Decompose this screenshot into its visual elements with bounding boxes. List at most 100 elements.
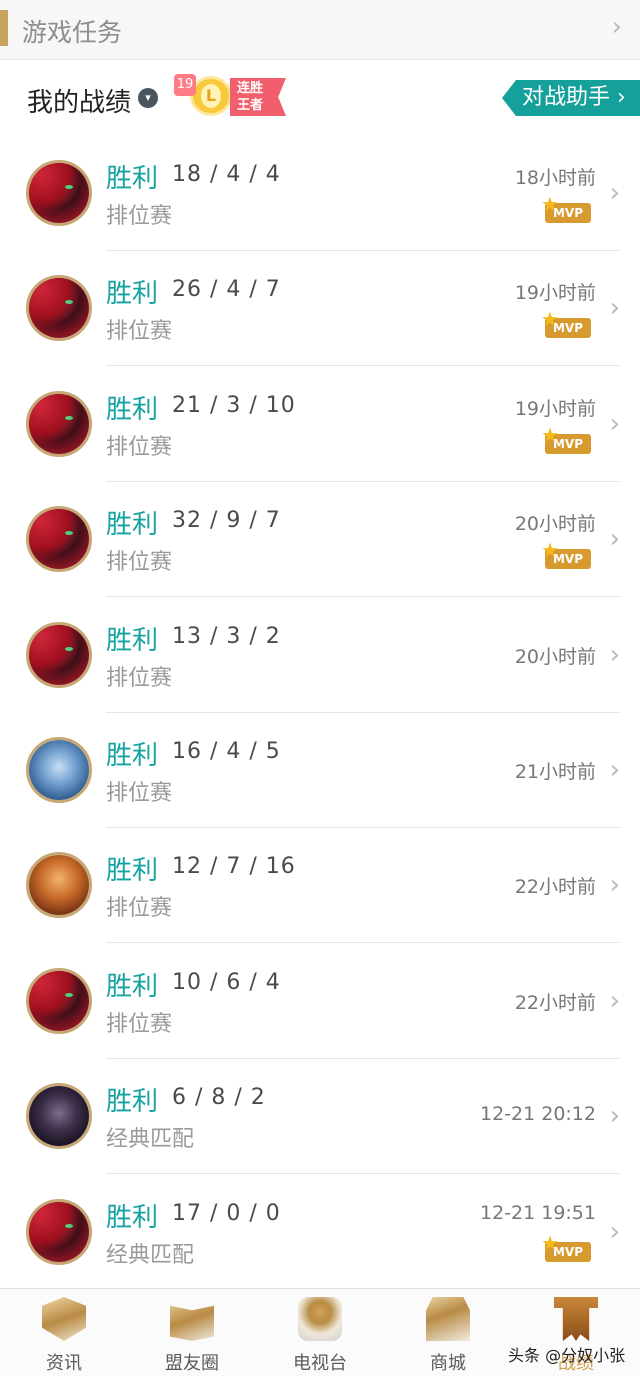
trophy-icon: L <box>190 76 232 116</box>
streak-ribbon: 连胜 王者 <box>230 78 286 116</box>
mvp-badge: MVP ★ <box>541 194 591 224</box>
chevron-right-icon: › <box>609 870 620 901</box>
hero-avatar <box>26 621 92 688</box>
hero-portrait <box>29 855 89 916</box>
match-kda: 6 / 8 / 2 <box>172 1085 266 1111</box>
match-row[interactable]: 胜利 32 / 9 / 7 排位赛 20小时前 MVP ★ › <box>0 482 640 598</box>
hero-avatar <box>26 1198 92 1265</box>
chevron-right-icon: › <box>609 178 620 208</box>
nav-item-friends[interactable]: 盟友圈 <box>128 1289 256 1376</box>
match-kda: 13 / 3 / 2 <box>172 623 281 649</box>
watermark: 头条 @分奴小张 <box>508 1346 626 1365</box>
hero-hair <box>29 624 89 685</box>
match-row[interactable]: 胜利 10 / 6 / 4 排位赛 22小时前 › <box>0 944 640 1059</box>
match-row[interactable]: 胜利 26 / 4 / 7 排位赛 19小时前 MVP ★ › <box>0 251 640 367</box>
match-row[interactable]: 胜利 16 / 4 / 5 排位赛 21小时前 › <box>0 713 640 828</box>
match-kda: 10 / 6 / 4 <box>172 969 281 995</box>
mvp-badge: MVP ★ <box>541 425 591 455</box>
match-kda: 12 / 7 / 16 <box>172 854 296 880</box>
chevron-right-icon: › <box>609 524 620 555</box>
battle-assistant-button[interactable]: 对战助手 › <box>502 80 640 116</box>
star-icon: ★ <box>541 422 559 447</box>
match-kda: 17 / 0 / 0 <box>172 1200 281 1226</box>
match-result: 胜利 <box>106 625 159 656</box>
match-row[interactable]: 胜利 21 / 3 / 10 排位赛 19小时前 MVP ★ › <box>0 367 640 482</box>
match-result: 胜利 <box>106 856 159 887</box>
chevron-right-icon: › <box>609 1216 620 1247</box>
match-row[interactable]: 胜利 13 / 3 / 2 排位赛 20小时前 › <box>0 598 640 713</box>
game-task-bar[interactable]: 游戏任务 › <box>0 0 640 60</box>
match-result: 胜利 <box>106 394 159 425</box>
streak-label-line2: 王者 <box>237 98 264 113</box>
match-kda: 16 / 4 / 5 <box>172 739 281 764</box>
star-icon: ★ <box>541 538 559 563</box>
nav-label: 电视台 <box>293 1353 347 1374</box>
hero-portrait <box>29 740 89 800</box>
hero-avatar <box>26 160 92 226</box>
mvp-badge: MVP ★ <box>541 540 591 570</box>
match-result: 胜利 <box>106 164 159 194</box>
news-icon <box>42 1297 86 1341</box>
chevron-right-icon: › <box>609 755 620 785</box>
match-time: 12-21 20:12 <box>479 1103 596 1126</box>
match-result: 胜利 <box>106 279 159 310</box>
chevron-right-icon: › <box>609 1101 620 1132</box>
match-time: 21小时前 <box>514 761 596 783</box>
record-filter-dropdown-icon[interactable]: ▾ <box>138 88 158 108</box>
hero-avatar <box>26 852 92 919</box>
match-mode: 排位赛 <box>106 550 173 576</box>
match-result: 胜利 <box>106 971 159 1002</box>
nav-label: 资讯 <box>46 1353 82 1374</box>
hero-avatar <box>26 737 92 803</box>
match-row[interactable]: 胜利 18 / 4 / 4 排位赛 18小时前 MVP ★ › <box>0 136 640 251</box>
hero-avatar <box>26 390 92 457</box>
hero-avatar <box>26 1083 92 1150</box>
friends-icon <box>170 1305 214 1341</box>
match-row[interactable]: 胜利 17 / 0 / 0 经典匹配 12-21 19:51 MVP ★ › <box>0 1175 640 1290</box>
nav-item-tv[interactable]: 电视台 <box>256 1289 384 1376</box>
match-kda: 18 / 4 / 4 <box>172 162 281 187</box>
nav-item-shop[interactable]: 商城 <box>384 1289 512 1376</box>
win-streak-badge[interactable]: L 19 连胜 王者 <box>174 72 286 122</box>
match-time: 20小时前 <box>514 513 596 536</box>
task-bar-accent <box>0 10 8 46</box>
hero-avatar <box>26 967 92 1034</box>
star-icon: ★ <box>541 192 559 216</box>
nav-label: 商城 <box>430 1353 466 1374</box>
nav-label: 盟友圈 <box>165 1353 219 1374</box>
nav-item-news[interactable]: 资讯 <box>0 1289 128 1376</box>
streak-count: 19 <box>174 74 196 96</box>
tv-icon <box>298 1297 342 1341</box>
match-time: 20小时前 <box>514 645 596 668</box>
hero-eye <box>65 185 73 189</box>
shop-icon <box>426 1297 470 1341</box>
hero-hair <box>29 970 89 1031</box>
match-result: 胜利 <box>106 1202 159 1233</box>
hero-hair <box>29 1201 89 1262</box>
mvp-badge: MVP ★ <box>541 1233 591 1263</box>
hero-hair <box>29 278 89 339</box>
match-mode: 排位赛 <box>106 434 173 460</box>
match-mode: 排位赛 <box>106 896 173 922</box>
match-time: 19小时前 <box>514 397 596 420</box>
match-mode: 排位赛 <box>106 665 173 691</box>
match-time: 12-21 19:51 <box>479 1201 596 1224</box>
match-time: 22小时前 <box>514 991 596 1014</box>
star-icon: ★ <box>541 307 559 332</box>
match-mode: 排位赛 <box>106 204 173 229</box>
match-row[interactable]: 胜利 6 / 8 / 2 经典匹配 12-21 20:12 › <box>0 1059 640 1175</box>
hero-avatar <box>26 506 92 573</box>
match-row[interactable]: 胜利 12 / 7 / 16 排位赛 22小时前 › <box>0 828 640 944</box>
hero-eye <box>65 415 73 420</box>
hero-portrait <box>29 1086 89 1147</box>
match-time: 19小时前 <box>514 282 596 305</box>
star-icon: ★ <box>541 1230 559 1255</box>
match-mode: 排位赛 <box>106 1011 173 1037</box>
match-kda: 26 / 4 / 7 <box>172 277 281 303</box>
match-mode: 经典匹配 <box>106 1242 195 1268</box>
match-kda: 21 / 3 / 10 <box>172 392 296 418</box>
chevron-right-icon: › <box>609 408 620 439</box>
hero-eye <box>65 992 73 997</box>
trophy-letter: L <box>201 84 221 108</box>
match-mode: 经典匹配 <box>106 1127 195 1153</box>
